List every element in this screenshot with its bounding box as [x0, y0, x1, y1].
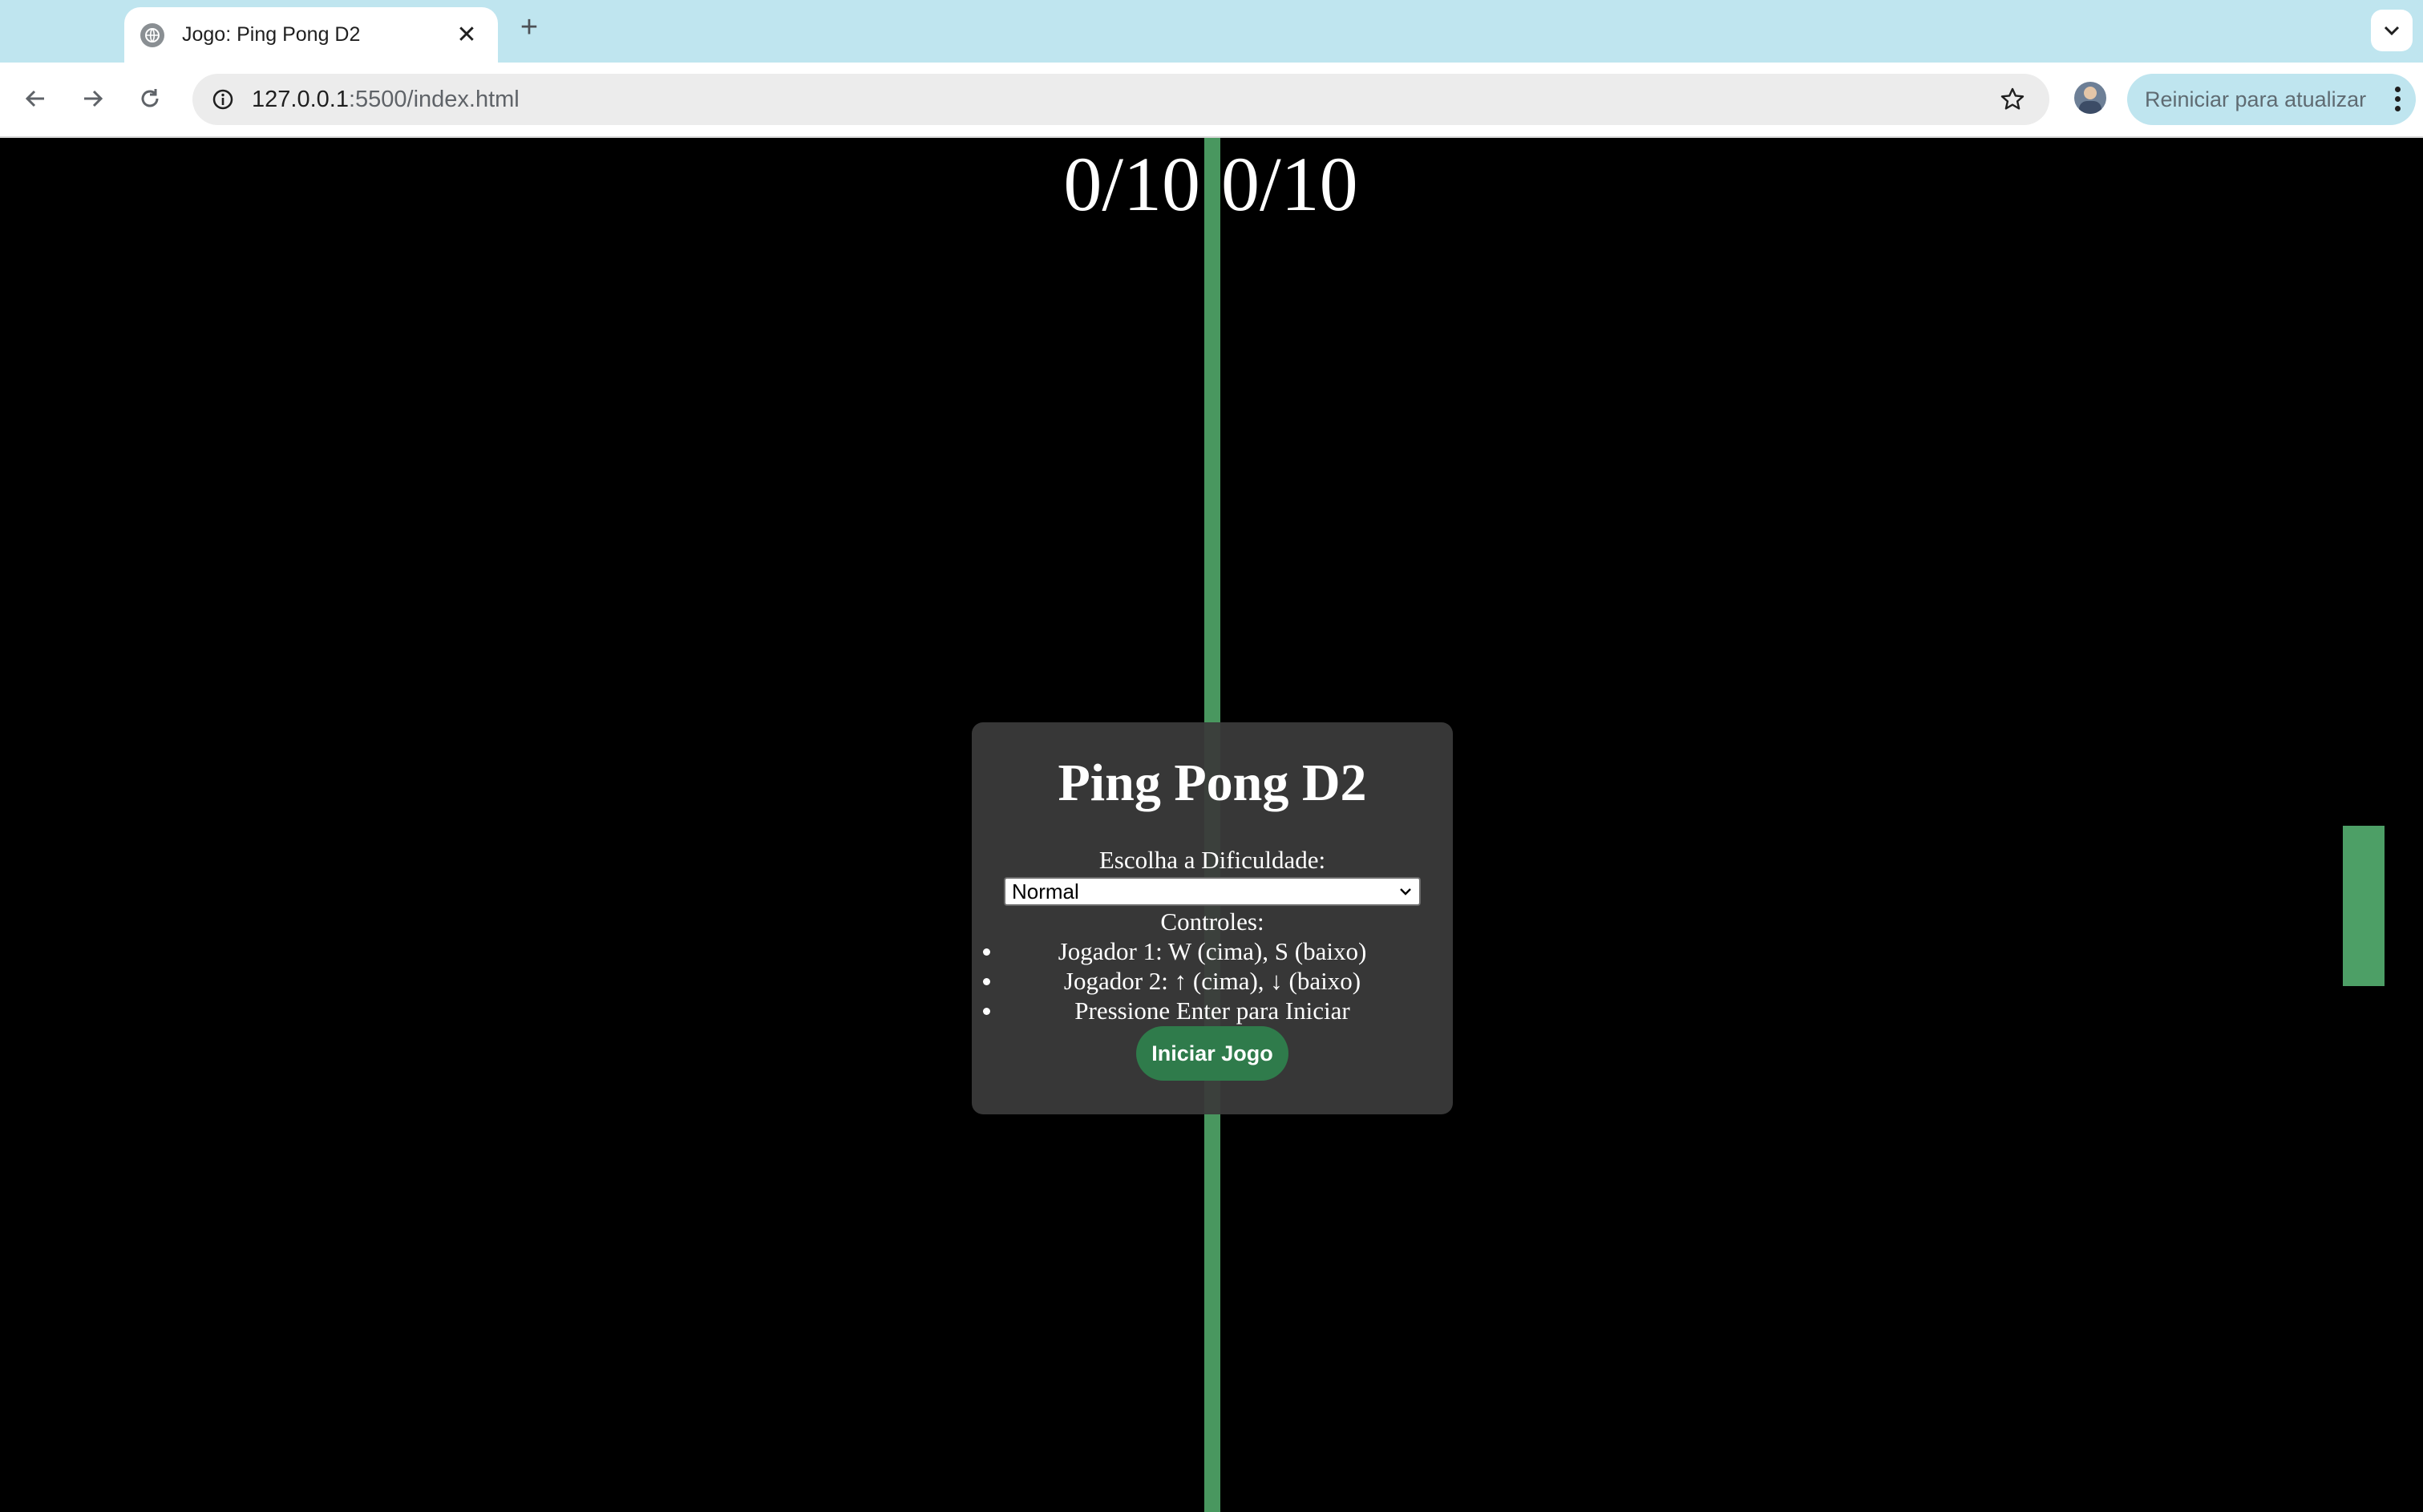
back-arrow-icon[interactable] [18, 81, 53, 116]
list-item: Pressione Enter para Iniciar [972, 996, 1453, 1025]
globe-icon [140, 22, 164, 47]
difficulty-label: Escolha a Dificuldade: [1098, 846, 1326, 874]
url-text: 127.0.0.1:5500/index.html [252, 74, 520, 125]
url-host: 127.0.0.1 [252, 87, 349, 112]
score-player-1: 0/10 [1063, 141, 1200, 227]
chevron-down-icon[interactable] [2371, 10, 2413, 51]
update-browser-button[interactable]: Reiniciar para atualizar [2127, 74, 2416, 125]
reload-icon[interactable] [132, 81, 168, 116]
browser-toolbar: 127.0.0.1:5500/index.html [0, 63, 2423, 138]
start-menu-panel: Ping Pong D2 Escolha a Dificuldade: Norm… [972, 722, 1453, 1114]
difficulty-selected-value: Normal [1012, 879, 1079, 904]
difficulty-select[interactable]: Normal [1004, 877, 1421, 906]
list-item: Jogador 1: W (cima), S (baixo) [972, 936, 1453, 966]
bullet-icon [983, 1008, 990, 1015]
control-text: Jogador 2: ↑ (cima), ↓ (baixo) [1063, 967, 1361, 995]
chevron-down-icon [1397, 883, 1414, 900]
start-game-button[interactable]: Iniciar Jogo [1136, 1026, 1288, 1081]
controls-label: Controles: [1160, 908, 1264, 936]
bullet-icon [983, 948, 990, 956]
plus-icon[interactable]: + [513, 11, 545, 43]
list-item: Jogador 2: ↑ (cima), ↓ (baixo) [972, 966, 1453, 996]
avatar-head [2084, 87, 2097, 99]
paddle-player-2 [2343, 826, 2385, 986]
forward-arrow-icon[interactable] [75, 81, 111, 116]
url-path: :5500/index.html [348, 87, 520, 112]
browser-tab[interactable]: Jogo: Ping Pong D2 ✕ [124, 7, 498, 63]
browser-tab-bar: Jogo: Ping Pong D2 ✕ + [0, 0, 2423, 63]
tab-title: Jogo: Ping Pong D2 [182, 23, 361, 46]
control-text: Pressione Enter para Iniciar [1074, 997, 1350, 1025]
avatar[interactable] [2074, 82, 2106, 114]
avatar-body [2079, 101, 2101, 114]
game-canvas: 0/10 0/10 Ping Pong D2 Escolha a Dificul… [0, 138, 2423, 1512]
address-bar[interactable]: 127.0.0.1:5500/index.html [192, 74, 2049, 125]
control-text: Jogador 1: W (cima), S (baixo) [1058, 937, 1367, 965]
site-info-icon[interactable] [204, 80, 242, 119]
close-icon[interactable]: ✕ [455, 22, 479, 47]
menu-title: Ping Pong D2 [1058, 754, 1367, 812]
update-button-label: Reiniciar para atualizar [2145, 87, 2367, 111]
bookmark-star-icon[interactable] [1995, 82, 2030, 117]
controls-list: Jogador 1: W (cima), S (baixo) Jogador 2… [972, 936, 1453, 1025]
more-vert-icon[interactable] [2395, 87, 2401, 112]
bullet-icon [983, 978, 990, 985]
score-player-2: 0/10 [1221, 141, 1358, 227]
